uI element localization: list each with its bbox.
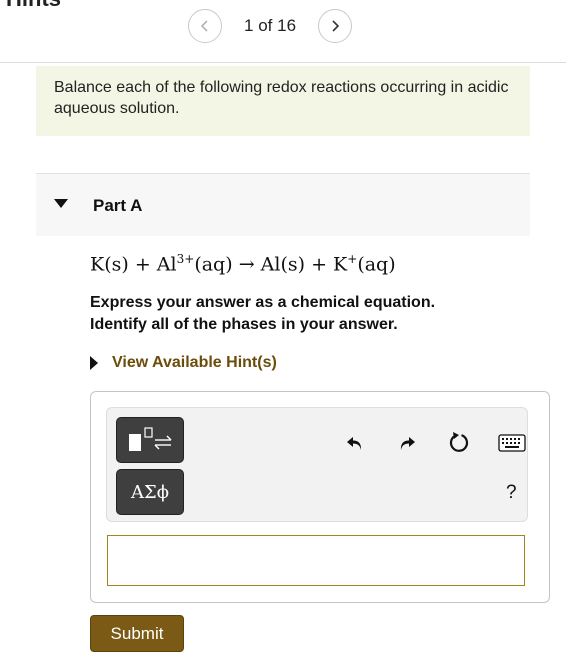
prev-item-button[interactable] <box>188 9 222 43</box>
redo-icon <box>400 437 415 450</box>
pager-position: 1 of 16 <box>244 16 297 35</box>
redo-button[interactable] <box>394 430 420 456</box>
part-a-header[interactable]: Part A <box>36 173 530 236</box>
answer-area: ΑΣϕ ? <box>90 391 550 603</box>
symbols-button[interactable]: ΑΣϕ <box>116 469 184 515</box>
submit-button[interactable]: Submit <box>90 615 184 652</box>
part-title: Part A <box>93 196 143 215</box>
view-hints-link[interactable]: View Available Hint(s) <box>90 354 277 372</box>
help-button[interactable]: ? <box>506 482 517 504</box>
undo-icon <box>347 437 362 450</box>
instructions-text: Balance each of the following redox reac… <box>54 79 509 117</box>
instructions-panel: Balance each of the following redox reac… <box>36 66 530 136</box>
next-item-button[interactable] <box>318 9 353 43</box>
pager: 1 of 16 <box>188 8 353 44</box>
view-hints-label: View Available Hint(s) <box>112 354 277 371</box>
header-divider <box>0 62 566 63</box>
expand-triangle-icon <box>90 356 98 370</box>
reaction-equation: K(s) + Al3+(aq) → Al(s) + K+(aq) <box>90 252 396 276</box>
chevron-left-icon <box>200 20 208 32</box>
chevron-right-icon <box>332 20 340 32</box>
answer-input[interactable] <box>107 535 525 586</box>
reset-icon <box>449 432 469 452</box>
collapse-triangle-icon <box>54 199 68 208</box>
equation-toolbar: ΑΣϕ ? <box>106 407 528 522</box>
reset-button[interactable] <box>446 429 472 455</box>
undo-button[interactable] <box>342 430 368 456</box>
keyboard-icon <box>498 434 526 452</box>
page-heading-cut: Hints <box>6 0 61 12</box>
keyboard-button[interactable] <box>497 430 527 456</box>
answer-instructions: Express your answer as a chemical equati… <box>90 294 436 333</box>
chemistry-template-button[interactable] <box>116 417 184 463</box>
chemistry-template-icon <box>129 427 172 451</box>
